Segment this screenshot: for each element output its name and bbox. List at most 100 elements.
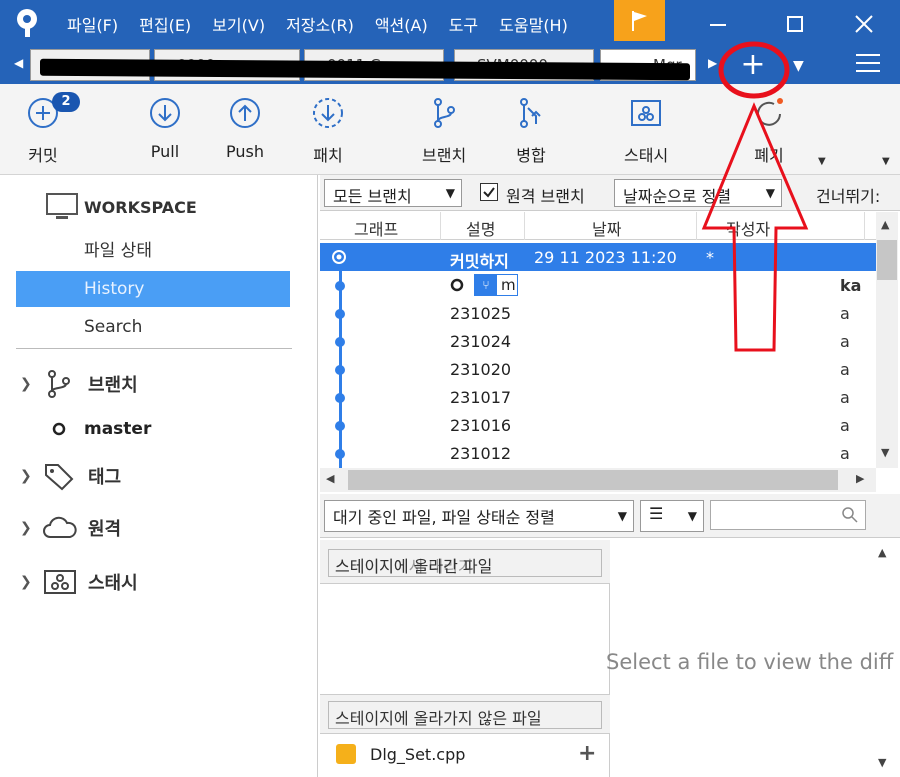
sidebar-item-file-status[interactable]: 파일 상태	[16, 233, 290, 269]
sidebar-group-branches[interactable]: ❯ 브랜치	[20, 369, 138, 399]
toolbar-overflow-icon[interactable]: ▼	[882, 156, 890, 167]
commit-graph-nodes	[335, 281, 345, 459]
menu-repository[interactable]: 저장소(R)	[286, 12, 354, 36]
menu-help[interactable]: 도움말(H)	[499, 12, 568, 36]
unstage-all-button[interactable]: 스테이지에서 내리기 스테이지에 올라간 파일	[328, 549, 602, 577]
table-row[interactable]: 231020 a	[320, 355, 876, 383]
branch-icon	[434, 98, 456, 128]
branch-button[interactable]: 브랜치	[422, 96, 466, 166]
toolbar-overflow-icon[interactable]: ▼	[818, 156, 826, 167]
modified-file-icon	[336, 744, 356, 764]
menu-actions[interactable]: 액션(A)	[375, 12, 428, 36]
commit-head-icon	[450, 278, 464, 292]
patch-button[interactable]: 패치	[311, 96, 345, 166]
scroll-down-icon[interactable]: ▼	[881, 446, 889, 459]
title-bar: 파일(F) 편집(E) 보기(V) 저장소(R) 액션(A) 도구 도움말(H)	[0, 0, 900, 50]
menu-edit[interactable]: 편집(E)	[139, 12, 191, 36]
close-icon[interactable]	[852, 12, 876, 36]
table-row[interactable]: 231024 a	[320, 327, 876, 355]
menu-view[interactable]: 보기(V)	[212, 12, 265, 36]
pull-button[interactable]: Pull	[148, 96, 182, 161]
column-header-date[interactable]: 날짜	[592, 216, 621, 240]
sidebar-divider	[16, 348, 292, 349]
history-grid: 커밋하지 29 11 2023 11:20 * ⑂ m ka 231025 a 2…	[320, 241, 876, 467]
scroll-down-icon[interactable]: ▼	[878, 756, 886, 769]
main-toolbar: 커밋 Pull Push 패치 브랜치 병합 스태시 폐기 ▼ ▼	[0, 84, 900, 175]
merge-icon	[520, 98, 541, 128]
view-mode-select[interactable]: ☰ ▼	[640, 500, 704, 532]
stash-icon	[44, 570, 76, 594]
stage-file-plus-icon[interactable]: +	[578, 743, 598, 765]
list-view-icon: ☰	[649, 504, 664, 523]
branch-filter-select[interactable]: 모든 브랜치 ▼	[324, 179, 462, 207]
chevron-right-icon: ❯	[20, 574, 32, 590]
hamburger-menu-icon[interactable]	[856, 54, 880, 74]
stash-button[interactable]: 스태시	[624, 96, 668, 166]
column-header-graph[interactable]: 그래프	[354, 216, 398, 240]
table-row[interactable]: 231012 a	[320, 439, 876, 467]
sidebar-group-tags[interactable]: ❯ 태그	[20, 461, 121, 491]
sidebar-group-stashes[interactable]: ❯ 스태시	[20, 567, 138, 597]
menu-file[interactable]: 파일(F)	[67, 12, 118, 36]
table-row[interactable]: 231017 a	[320, 383, 876, 411]
table-row-uncommitted[interactable]: 커밋하지 29 11 2023 11:20 *	[320, 243, 876, 271]
branch-label-tag[interactable]: ⑂ m	[474, 274, 518, 296]
file-search-input[interactable]	[710, 500, 866, 530]
remote-branches-checkbox[interactable]	[480, 183, 498, 201]
file-sort-select[interactable]: 대기 중인 파일, 파일 상태순 정렬 ▼	[324, 500, 634, 532]
merge-button[interactable]: 병합	[514, 96, 548, 166]
commit-node-icon	[332, 250, 346, 264]
unstaged-files-header: 스테이지에 올라가지 않은 파일	[320, 694, 610, 734]
sidebar-group-remotes[interactable]: ❯ 원격	[20, 513, 121, 543]
scroll-left-icon[interactable]: ◀	[326, 472, 334, 485]
discard-button[interactable]: 폐기	[752, 96, 786, 166]
push-arrow-icon	[229, 98, 260, 128]
scroll-up-icon[interactable]: ▲	[878, 546, 886, 559]
menu-tools[interactable]: 도구	[449, 12, 478, 36]
chevron-down-icon: ▼	[687, 509, 697, 523]
scroll-up-icon[interactable]: ▲	[881, 218, 889, 231]
tag-icon	[45, 464, 74, 491]
column-header-author[interactable]: 작성자	[726, 216, 770, 240]
tab-list-dropdown-icon[interactable]: ▼	[793, 58, 804, 74]
staging-panel: 스테이지에서 내리기 스테이지에 올라간 파일 스테이지에 올라가지 않은 파일	[320, 540, 610, 777]
sidebar-item-search[interactable]: Search	[16, 309, 290, 345]
flag-button[interactable]	[614, 0, 665, 41]
history-vertical-scrollbar[interactable]: ▲ ▼	[876, 212, 898, 468]
chevron-down-icon: ▼	[445, 186, 455, 200]
search-icon	[842, 507, 858, 523]
sidebar-item-history[interactable]: History	[16, 271, 290, 307]
monitor-icon	[46, 193, 78, 219]
table-row[interactable]: ⑂ m ka	[320, 271, 876, 299]
chevron-right-icon: ❯	[20, 468, 32, 484]
history-filter-bar: 모든 브랜치 ▼ 원격 브랜치 날짜순으로 정렬 ▼ 건너뛰기:	[320, 175, 900, 211]
maximize-icon[interactable]	[783, 12, 807, 36]
tab-scroll-right-icon[interactable]: ▶	[708, 56, 717, 70]
current-branch-icon	[52, 422, 66, 436]
sort-order-select[interactable]: 날짜순으로 정렬 ▼	[614, 179, 782, 207]
scroll-thumb[interactable]	[877, 240, 897, 280]
column-header-description[interactable]: 설명	[466, 216, 495, 240]
file-list-item[interactable]: Dlg_Set.cpp	[336, 744, 465, 764]
checkmark-icon	[483, 187, 495, 198]
stash-icon	[631, 100, 662, 126]
scroll-thumb[interactable]	[348, 470, 838, 490]
sidebar-branch-master[interactable]: master	[52, 419, 151, 439]
chevron-down-icon: ▼	[617, 509, 627, 523]
commit-count-badge: 2	[52, 92, 80, 112]
new-tab-button[interactable]: +	[730, 50, 776, 82]
menu-bar: 파일(F) 편집(E) 보기(V) 저장소(R) 액션(A) 도구 도움말(H)	[67, 12, 589, 36]
patch-icon	[313, 98, 343, 128]
chevron-down-icon: ▼	[765, 186, 775, 200]
tab-scroll-left-icon[interactable]: ◀	[14, 56, 23, 70]
sourcetree-logo-icon	[17, 9, 37, 37]
minimize-icon[interactable]	[706, 12, 730, 36]
push-button[interactable]: Push	[226, 96, 264, 161]
table-row[interactable]: 231016 a	[320, 411, 876, 439]
scroll-right-icon[interactable]: ▶	[856, 472, 864, 485]
stage-all-button[interactable]: 스테이지에 올라가지 않은 파일	[328, 701, 602, 729]
history-horizontal-scrollbar[interactable]: ◀ ▶	[320, 468, 876, 492]
table-row[interactable]: 231025 a	[320, 299, 876, 327]
pull-arrow-icon	[150, 98, 180, 128]
remote-branches-label: 원격 브랜치	[506, 187, 585, 206]
